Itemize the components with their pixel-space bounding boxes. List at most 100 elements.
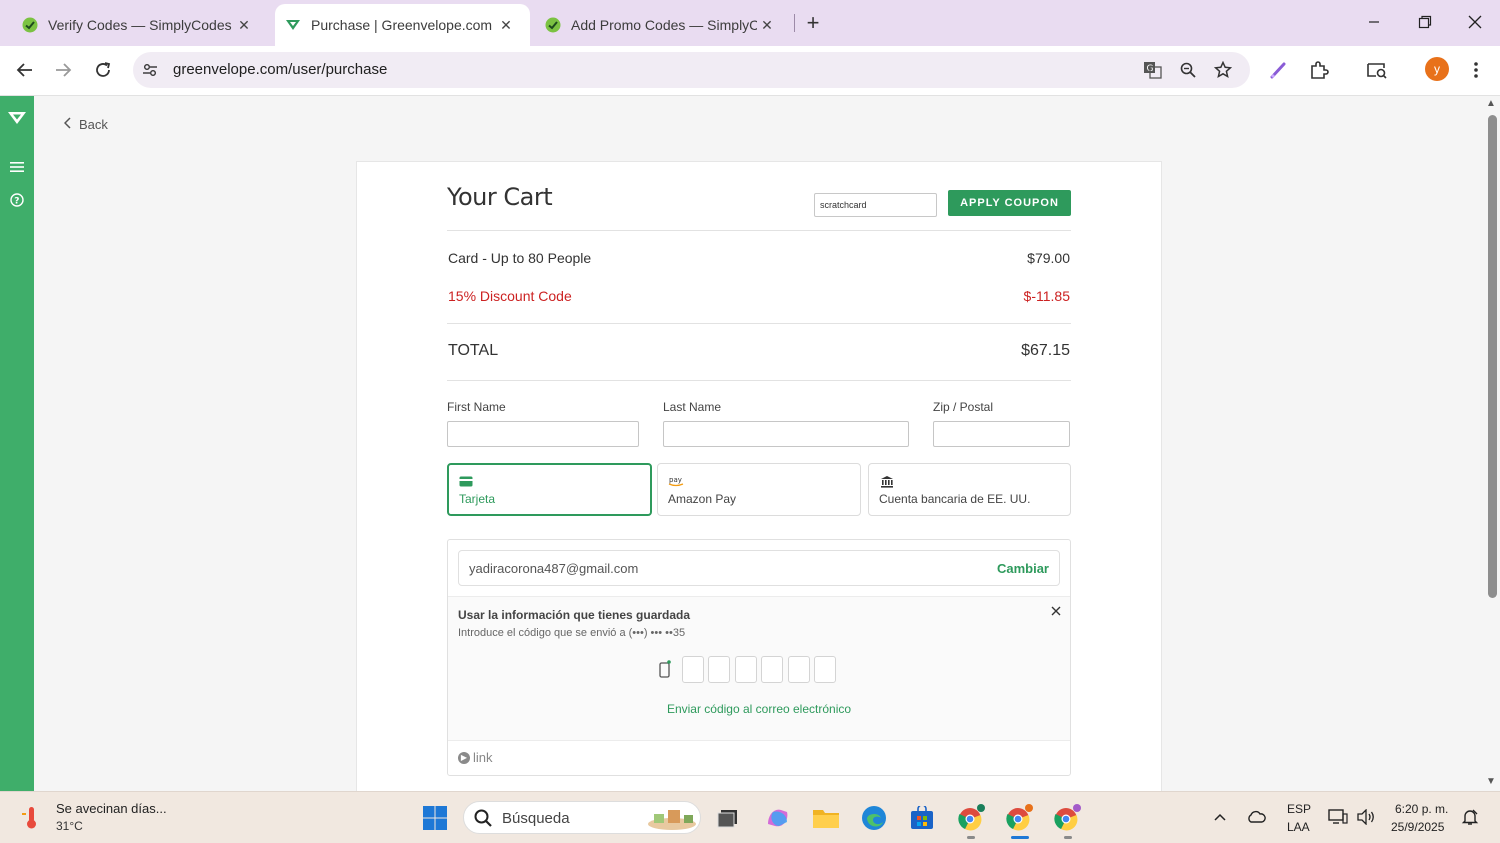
bookmark-star-icon[interactable] xyxy=(1212,59,1234,81)
tab-add-promo-codes[interactable]: Add Promo Codes — SimplyCodes ✕ xyxy=(533,4,791,46)
clock-date[interactable]: 25/9/2025 xyxy=(1391,820,1444,834)
payment-option-label: Amazon Pay xyxy=(668,492,737,506)
close-tab-icon[interactable]: ✕ xyxy=(757,15,777,35)
chevron-up-icon[interactable] xyxy=(1209,806,1231,828)
tab-separator xyxy=(794,14,795,32)
otp-digit-input[interactable] xyxy=(761,656,783,683)
chrome-profile-icon[interactable] xyxy=(1004,803,1034,833)
coupon-input[interactable] xyxy=(814,193,937,217)
tab-verify-codes[interactable]: Verify Codes — SimplyCodes ✕ xyxy=(0,4,268,46)
new-tab-button[interactable]: + xyxy=(800,10,826,36)
line-item-label: Card - Up to 80 People xyxy=(448,250,592,266)
search-placeholder: Búsqueda xyxy=(502,810,570,827)
zip-label: Zip / Postal xyxy=(933,400,994,414)
otp-digit-input[interactable] xyxy=(735,656,757,683)
minimize-button[interactable] xyxy=(1359,8,1389,36)
email-value: yadiracorona487@gmail.com xyxy=(469,561,639,576)
tab-purchase-greenvelope[interactable]: Purchase | Greenvelope.com ✕ xyxy=(275,4,530,46)
copilot-icon[interactable] xyxy=(763,803,793,833)
url-text: greenvelope.com/user/purchase xyxy=(173,61,388,78)
weather-title: Se avecinan días... xyxy=(56,801,167,816)
language-code[interactable]: ESP xyxy=(1287,802,1311,816)
running-indicator xyxy=(1064,836,1072,839)
otp-digit-input[interactable] xyxy=(814,656,836,683)
change-email-button[interactable]: Cambiar xyxy=(997,561,1049,576)
discount-amount: $-11.85 xyxy=(1023,288,1070,304)
tab-search-icon[interactable] xyxy=(1364,57,1390,83)
running-indicator xyxy=(967,836,975,839)
pen-extension-icon[interactable] xyxy=(1266,57,1292,83)
payment-option-label: Cuenta bancaria de EE. UU. xyxy=(879,492,1031,506)
last-name-label: Last Name xyxy=(663,400,722,414)
notifications-bell-icon[interactable] xyxy=(1459,806,1481,828)
network-icon[interactable] xyxy=(1327,806,1349,828)
chrome-icon[interactable] xyxy=(956,803,986,833)
divider xyxy=(447,230,1071,231)
svg-text:?: ? xyxy=(14,197,19,207)
otp-digit-input[interactable] xyxy=(682,656,704,683)
otp-digit-input[interactable] xyxy=(708,656,730,683)
site-settings-icon[interactable] xyxy=(139,59,161,81)
email-row: yadiracorona487@gmail.com Cambiar xyxy=(458,550,1060,586)
zoom-icon[interactable] xyxy=(1177,59,1199,81)
back-arrow-icon[interactable] xyxy=(10,55,40,85)
last-name-field[interactable] xyxy=(663,421,909,447)
zip-field[interactable] xyxy=(933,421,1070,447)
weather-temp: 31°C xyxy=(56,819,83,833)
payment-option-bank[interactable]: Cuenta bancaria de EE. UU. xyxy=(868,463,1071,516)
more-menu-icon[interactable] xyxy=(1463,57,1489,83)
translate-icon[interactable]: G xyxy=(1142,59,1164,81)
reload-icon[interactable] xyxy=(88,55,118,85)
help-icon[interactable]: ? xyxy=(7,190,27,210)
back-link[interactable]: Back xyxy=(63,117,108,132)
apply-coupon-button[interactable]: APPLY COUPON xyxy=(948,190,1071,216)
scroll-down-arrow-icon[interactable]: ▼ xyxy=(1486,776,1496,787)
otp-title: Usar la información que tienes guardada xyxy=(458,608,691,622)
first-name-field[interactable] xyxy=(447,421,639,447)
payment-option-card[interactable]: Tarjeta xyxy=(447,463,652,516)
otp-subtitle: Introduce el código que se envió a (•••)… xyxy=(458,627,686,639)
extensions-puzzle-icon[interactable] xyxy=(1306,57,1332,83)
scroll-up-arrow-icon[interactable]: ▲ xyxy=(1486,98,1496,109)
simplycodes-icon xyxy=(545,17,561,33)
clock-time[interactable]: 6:20 p. m. xyxy=(1395,802,1448,816)
address-bar[interactable]: greenvelope.com/user/purchase G xyxy=(133,52,1250,88)
close-tab-icon[interactable]: ✕ xyxy=(496,15,516,35)
send-code-email-link[interactable]: Enviar código al correo electrónico xyxy=(448,702,1070,716)
task-view-icon[interactable] xyxy=(713,803,743,833)
payment-option-amazon-pay[interactable]: pay Amazon Pay xyxy=(657,463,861,516)
restore-button[interactable] xyxy=(1410,8,1440,36)
file-explorer-icon[interactable] xyxy=(811,803,841,833)
onedrive-cloud-icon[interactable] xyxy=(1245,806,1267,828)
volume-icon[interactable] xyxy=(1355,806,1377,828)
tab-title: Add Promo Codes — SimplyCodes xyxy=(571,17,757,33)
link-logo-icon: ▶ xyxy=(458,751,470,764)
close-window-button[interactable] xyxy=(1460,8,1490,36)
taskbar-search[interactable]: Búsqueda xyxy=(463,801,701,834)
chevron-left-icon xyxy=(63,117,71,132)
close-icon[interactable] xyxy=(1049,603,1063,619)
menu-icon[interactable] xyxy=(7,157,27,177)
greenvelope-icon xyxy=(285,17,301,33)
microsoft-store-icon[interactable] xyxy=(907,803,937,833)
link-brand-label: link xyxy=(473,750,493,765)
search-icon xyxy=(474,809,492,832)
divider xyxy=(447,380,1071,381)
greenvelope-logo-icon[interactable] xyxy=(7,108,27,128)
scroll-thumb[interactable] xyxy=(1488,115,1497,598)
close-tab-icon[interactable]: ✕ xyxy=(234,15,254,35)
edge-browser-icon[interactable] xyxy=(859,803,889,833)
otp-digit-input[interactable] xyxy=(788,656,810,683)
discount-label: 15% Discount Code xyxy=(448,288,572,304)
weather-thermometer-icon[interactable] xyxy=(20,805,44,831)
active-indicator xyxy=(1011,836,1029,839)
keyboard-layout[interactable]: LAA xyxy=(1287,820,1310,834)
app-sidebar: ? xyxy=(0,96,34,791)
bank-icon xyxy=(879,474,895,488)
windows-start-icon[interactable] xyxy=(420,803,450,833)
profile-avatar[interactable]: y xyxy=(1425,57,1449,81)
cart-title: Your Cart xyxy=(447,183,553,211)
payment-option-label: Tarjeta xyxy=(459,492,496,506)
forward-arrow-icon[interactable] xyxy=(48,55,78,85)
chrome-profile-2-icon[interactable] xyxy=(1052,803,1082,833)
